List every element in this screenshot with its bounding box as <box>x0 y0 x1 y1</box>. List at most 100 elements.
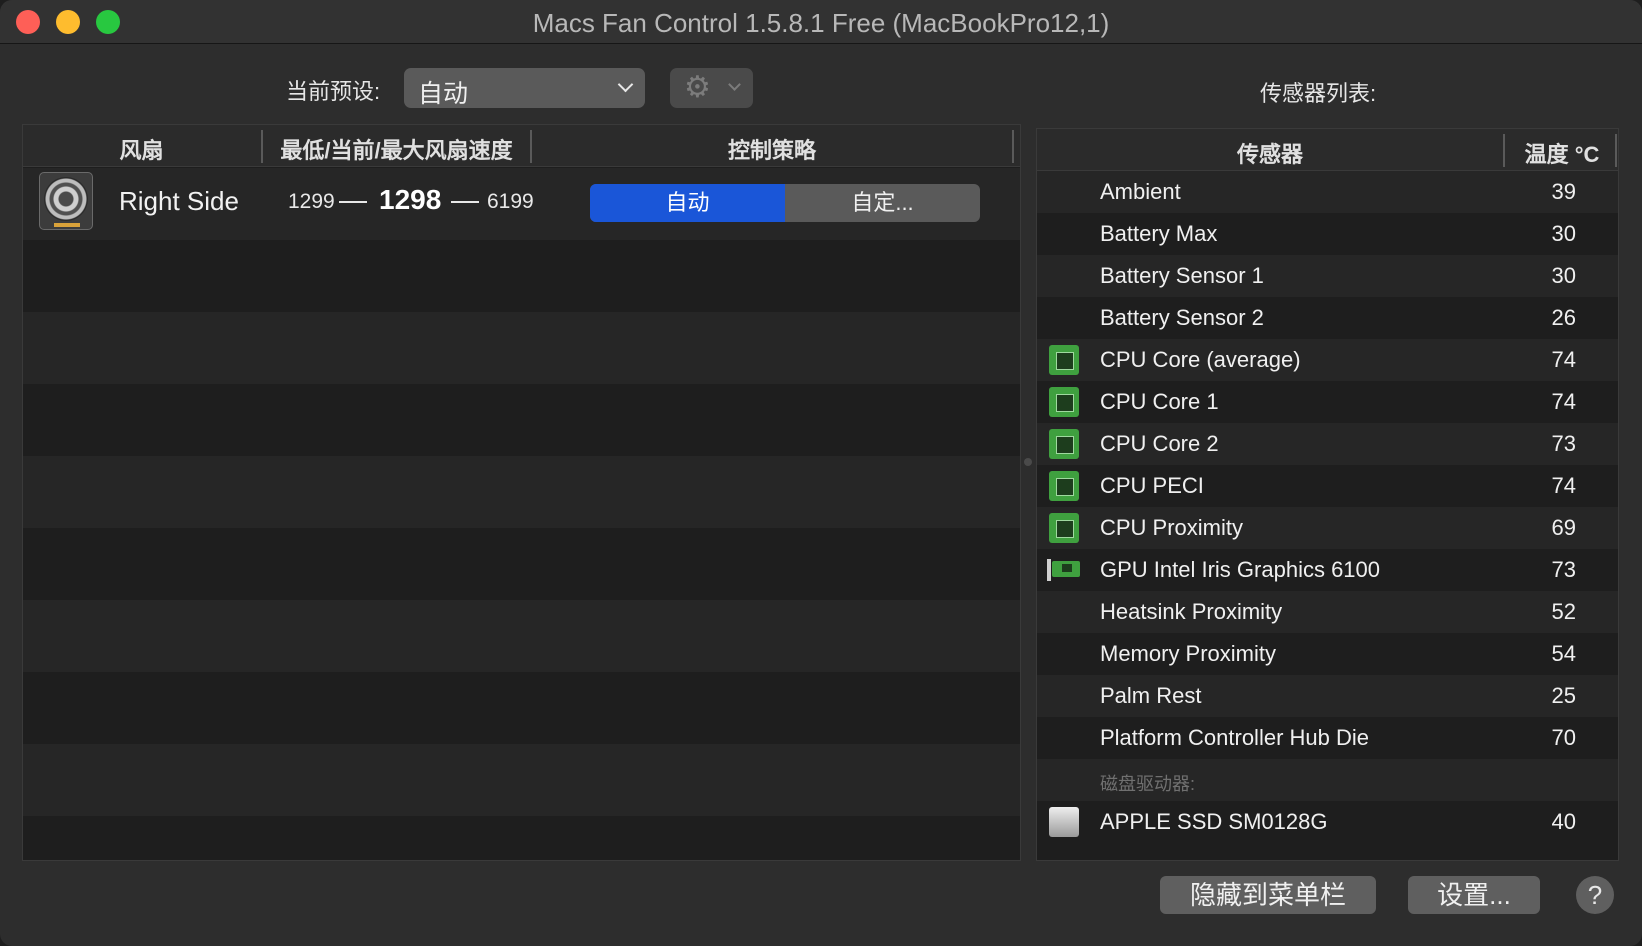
control-auto-button[interactable]: 自动 <box>590 184 785 222</box>
disk-group-label: 磁盘驱动器: <box>1100 774 1196 794</box>
empty-row <box>23 456 1020 528</box>
sensor-row[interactable]: Platform Controller Hub Die 70 <box>1037 717 1618 759</box>
sensor-temp: 73 <box>1551 557 1576 582</box>
sensor-row[interactable]: CPU Core 2 73 <box>1037 423 1618 465</box>
window-title: Macs Fan Control 1.5.8.1 Free (MacBookPr… <box>532 8 1110 38</box>
sensor-name: CPU PECI <box>1100 473 1204 498</box>
hide-to-menubar-button[interactable]: 隐藏到菜单栏 <box>1160 876 1376 914</box>
sensor-name: CPU Core 1 <box>1100 389 1219 414</box>
sensor-temp: 70 <box>1551 725 1576 750</box>
sensor-name: Battery Sensor 1 <box>1100 263 1264 288</box>
sensor-name: Ambient <box>1100 179 1181 204</box>
sensor-name: Battery Max <box>1100 221 1218 246</box>
fan-row[interactable]: Right Side 1299 1298 6199 自动 自定... <box>23 168 1020 240</box>
sensor-row[interactable]: Memory Proximity 54 <box>1037 633 1618 675</box>
ssd-drive-icon <box>1049 807 1079 837</box>
sensor-temp: 26 <box>1551 305 1576 330</box>
empty-row <box>23 672 1020 744</box>
sensor-name: Heatsink Proximity <box>1100 599 1283 624</box>
dash-separator <box>451 201 479 203</box>
title-bar[interactable]: Macs Fan Control 1.5.8.1 Free (MacBookPr… <box>0 0 1642 44</box>
empty-row <box>23 744 1020 816</box>
fan-min-speed: 1299 <box>288 190 335 213</box>
cpu-chip-icon <box>1049 513 1079 543</box>
column-header-sensor[interactable]: 传感器 <box>1037 137 1503 169</box>
cpu-chip-icon <box>1049 471 1079 501</box>
sensor-temp: 39 <box>1551 179 1576 204</box>
column-divider[interactable] <box>1012 130 1014 163</box>
sensor-row[interactable]: GPU Intel Iris Graphics 6100 73 <box>1037 549 1618 591</box>
sensor-name: Platform Controller Hub Die <box>1100 725 1369 750</box>
sensor-temp: 52 <box>1551 599 1576 624</box>
disk-row[interactable]: APPLE SSD SM0128G 40 <box>1037 801 1618 843</box>
sensor-row[interactable]: CPU PECI 74 <box>1037 465 1618 507</box>
sensor-temp: 74 <box>1551 389 1576 414</box>
empty-row <box>23 384 1020 456</box>
gear-icon: ⚙ <box>684 71 711 104</box>
sensor-row[interactable]: CPU Core 1 74 <box>1037 381 1618 423</box>
dash-separator <box>339 201 367 203</box>
sensor-row[interactable]: Battery Max 30 <box>1037 213 1618 255</box>
column-header-control[interactable]: 控制策略 <box>532 133 1012 165</box>
preset-dropdown[interactable]: 自动 <box>404 68 645 108</box>
column-header-speed[interactable]: 最低/当前/最大风扇速度 <box>263 133 530 165</box>
fan-current-speed: 1298 <box>379 184 442 215</box>
sensor-row[interactable]: Battery Sensor 2 26 <box>1037 297 1618 339</box>
empty-row <box>23 600 1020 672</box>
help-button[interactable]: ? <box>1576 876 1614 914</box>
sensor-temp: 54 <box>1551 641 1576 666</box>
sensor-name: Memory Proximity <box>1100 641 1277 666</box>
sensor-name: CPU Core (average) <box>1100 347 1301 372</box>
control-mode-segmented: 自动 自定... <box>590 184 980 222</box>
column-header-temperature[interactable]: 温度 °C <box>1507 137 1617 169</box>
sensor-temp: 69 <box>1551 515 1576 540</box>
app-window: Macs Fan Control 1.5.8.1 Free (MacBookPr… <box>0 0 1642 946</box>
sensor-list-label: 传感器列表: <box>1260 81 1377 106</box>
disk-temp: 40 <box>1551 809 1576 834</box>
sensor-row[interactable]: CPU Core (average) 74 <box>1037 339 1618 381</box>
control-custom-button[interactable]: 自定... <box>785 184 980 222</box>
chevron-down-icon <box>728 78 741 91</box>
empty-row <box>23 240 1020 312</box>
sensor-name: CPU Proximity <box>1100 515 1244 540</box>
empty-row <box>23 312 1020 384</box>
empty-row <box>23 528 1020 600</box>
cpu-chip-icon <box>1049 429 1079 459</box>
sensor-table-header: 传感器 温度 °C <box>1037 129 1618 171</box>
column-divider[interactable] <box>1503 134 1505 167</box>
fan-max-speed: 6199 <box>487 190 534 213</box>
empty-row <box>23 816 1020 860</box>
sensor-temp: 73 <box>1551 431 1576 456</box>
cpu-chip-icon <box>1049 345 1079 375</box>
sensor-row[interactable]: Palm Rest 25 <box>1037 675 1618 717</box>
sensor-temp: 30 <box>1551 221 1576 246</box>
disk-group-header: 磁盘驱动器: <box>1037 759 1618 801</box>
fan-icon <box>39 172 93 230</box>
cpu-chip-icon <box>1049 387 1079 417</box>
sensor-row[interactable]: Heatsink Proximity 52 <box>1037 591 1618 633</box>
sensor-temp: 74 <box>1551 347 1576 372</box>
disk-name: APPLE SSD SM0128G <box>1100 809 1328 834</box>
fan-table: 风扇 最低/当前/最大风扇速度 控制策略 Right Side 1299 129… <box>22 124 1021 861</box>
preset-selected-value: 自动 <box>418 80 469 108</box>
column-divider[interactable] <box>1615 134 1617 167</box>
settings-button[interactable]: 设置... <box>1408 876 1540 914</box>
fan-table-header: 风扇 最低/当前/最大风扇速度 控制策略 <box>23 125 1020 167</box>
gpu-card-icon <box>1047 559 1081 581</box>
preset-label: 当前预设: <box>286 79 381 104</box>
sensor-temp: 30 <box>1551 263 1576 288</box>
sensor-name: Palm Rest <box>1100 683 1202 708</box>
sensor-row[interactable]: CPU Proximity 69 <box>1037 507 1618 549</box>
split-view-divider[interactable] <box>1024 458 1032 466</box>
sensor-name: GPU Intel Iris Graphics 6100 <box>1100 557 1381 582</box>
sensor-row[interactable]: Ambient 39 <box>1037 171 1618 213</box>
sensor-temp: 74 <box>1551 473 1576 498</box>
sensor-temp: 25 <box>1551 683 1576 708</box>
column-header-fan[interactable]: 风扇 <box>23 133 260 165</box>
sensor-name: CPU Core 2 <box>1100 431 1219 456</box>
fan-name: Right Side <box>119 186 239 216</box>
sensor-row[interactable]: Battery Sensor 1 30 <box>1037 255 1618 297</box>
sensor-table: 传感器 温度 °C Ambient 39 Battery Max 30 Batt… <box>1036 128 1619 861</box>
preset-actions-button[interactable]: ⚙ <box>670 68 753 108</box>
chevron-down-icon <box>617 76 634 93</box>
